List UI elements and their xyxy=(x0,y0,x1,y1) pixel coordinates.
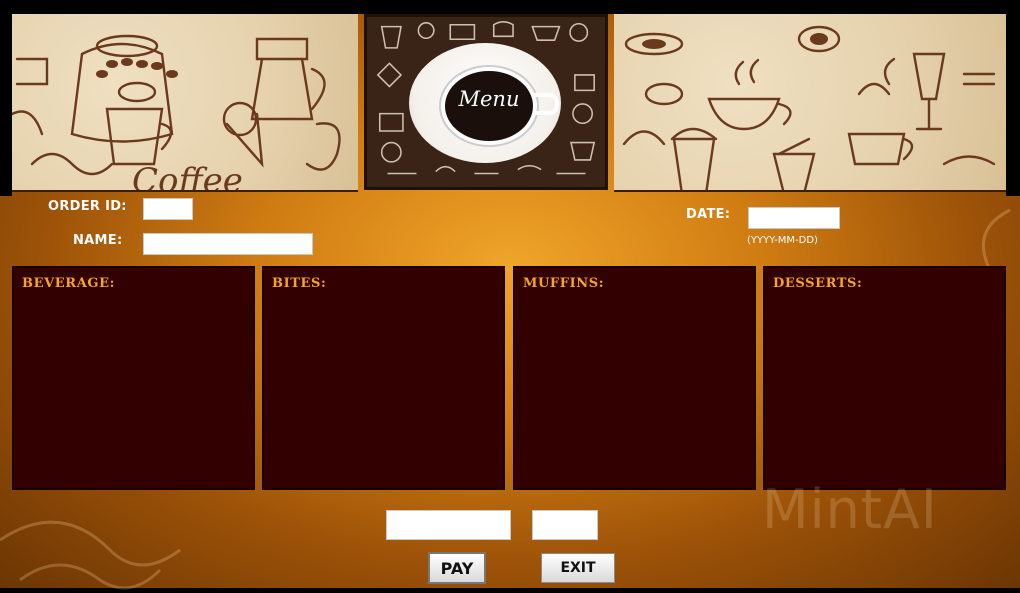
beverage-panel[interactable]: BEVERAGE: xyxy=(12,266,255,490)
beverage-title: BEVERAGE: xyxy=(22,276,115,291)
desserts-panel[interactable]: DESSERTS: xyxy=(763,266,1006,490)
name-label: NAME: xyxy=(73,233,123,248)
svg-text:Coffee: Coffee xyxy=(132,161,243,190)
exit-button[interactable]: EXIT xyxy=(541,553,615,583)
right-frame xyxy=(1006,0,1020,196)
coffee-doodle-illustration: Coffee xyxy=(12,34,341,190)
date-label: DATE: xyxy=(686,207,731,222)
coffee-cups-doodle-illustration xyxy=(622,25,996,190)
banner-left-image: Coffee xyxy=(12,14,358,192)
cup-handle-graphic xyxy=(533,93,559,115)
watermark-text: MintAI xyxy=(762,478,938,541)
muffins-panel[interactable]: MUFFINS: xyxy=(513,266,756,490)
coffee-order-window: Coffee Menu ORDER ID: NAME: DATE: (YYYY-… xyxy=(0,0,1020,593)
pay-button[interactable]: PAY xyxy=(428,552,486,584)
bites-panel[interactable]: BITES: xyxy=(262,266,505,490)
quantity-input[interactable] xyxy=(532,510,598,540)
menu-title: Menu xyxy=(458,87,520,111)
name-input[interactable] xyxy=(143,233,313,255)
left-frame xyxy=(0,0,12,196)
swirl-decoration-icon xyxy=(0,520,181,590)
muffins-title: MUFFINS: xyxy=(523,276,605,291)
bites-title: BITES: xyxy=(272,276,327,291)
date-format-hint: (YYYY-MM-DD) xyxy=(747,235,818,246)
date-input[interactable] xyxy=(748,207,840,229)
banner-menu-image: Menu xyxy=(364,14,608,190)
desserts-title: DESSERTS: xyxy=(773,276,863,291)
order-id-input[interactable] xyxy=(143,198,193,220)
total-input[interactable] xyxy=(386,510,511,540)
top-frame xyxy=(0,0,1020,14)
order-id-label: ORDER ID: xyxy=(48,199,127,214)
banner-right-image xyxy=(614,14,1006,192)
